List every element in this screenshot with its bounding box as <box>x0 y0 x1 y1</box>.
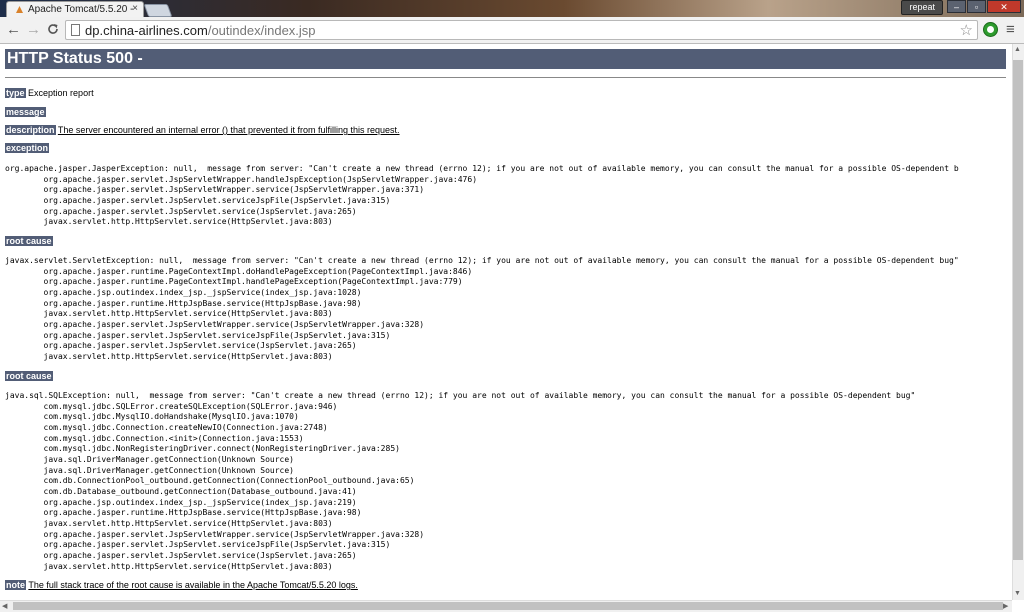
root-cause-row-1: root cause <box>5 236 53 246</box>
note-value: The full stack trace of the root cause i… <box>28 580 358 590</box>
scroll-down-icon[interactable]: ▼ <box>1014 590 1021 597</box>
horizontal-scroll-thumb[interactable] <box>13 602 1003 610</box>
browser-toolbar: ← → dp.china-airlines.com/outindex/index… <box>0 17 1024 44</box>
maximize-icon[interactable]: ▫ <box>967 0 986 13</box>
repeat-button[interactable]: repeat <box>901 0 943 15</box>
window-controls: repeat – ▫ ✕ <box>901 0 1021 15</box>
forward-icon[interactable]: → <box>26 21 41 38</box>
tab-close-icon[interactable]: × <box>132 3 138 14</box>
menu-icon[interactable]: ≡ <box>1006 21 1015 38</box>
address-bar[interactable]: dp.china-airlines.com/outindex/index.jsp… <box>65 20 978 40</box>
scroll-left-icon[interactable]: ◀ <box>2 602 7 610</box>
exception-row: exception <box>5 143 50 153</box>
tomcat-favicon-icon <box>16 6 23 13</box>
type-label: type <box>5 88 26 98</box>
new-tab-button[interactable] <box>143 4 173 17</box>
url-text: dp.china-airlines.com/outindex/index.jsp <box>85 23 316 38</box>
description-label: description <box>5 125 56 135</box>
root-cause-stack-trace-1: javax.servlet.ServletException: null, me… <box>5 256 959 361</box>
root-cause-label: root cause <box>5 236 53 246</box>
close-window-icon[interactable]: ✕ <box>987 0 1021 13</box>
minimize-icon[interactable]: – <box>947 0 966 13</box>
exception-label: exception <box>5 143 50 153</box>
root-cause-label: root cause <box>5 371 53 381</box>
browser-tab[interactable]: Apache Tomcat/5.5.20 - × <box>6 1 144 17</box>
window-title-bar: Apache Tomcat/5.5.20 - × repeat – ▫ ✕ <box>0 0 1024 17</box>
scroll-up-icon[interactable]: ▲ <box>1014 46 1021 53</box>
tab-title: Apache Tomcat/5.5.20 - <box>28 4 134 15</box>
description-value: The server encountered an internal error… <box>57 125 400 135</box>
page-icon <box>71 24 80 36</box>
page-title: HTTP Status 500 - <box>5 49 1006 69</box>
exception-stack-trace: org.apache.jasper.JasperException: null,… <box>5 164 959 227</box>
message-row: message <box>5 107 46 117</box>
root-cause-row-2: root cause <box>5 371 53 381</box>
type-value: Exception report <box>28 88 94 98</box>
reload-icon[interactable] <box>47 23 59 35</box>
vertical-scroll-thumb[interactable] <box>1013 60 1023 560</box>
description-row: description The server encountered an in… <box>5 125 400 135</box>
note-row: note The full stack trace of the root ca… <box>5 580 358 590</box>
type-row: type Exception report <box>5 88 94 98</box>
page-content: HTTP Status 500 - type Exception report … <box>0 44 1012 600</box>
bookmark-star-icon[interactable]: ☆ <box>960 21 973 39</box>
back-icon[interactable]: ← <box>6 21 21 38</box>
extension-icon[interactable] <box>983 22 998 37</box>
note-label: note <box>5 580 26 590</box>
root-cause-stack-trace-2: java.sql.SQLException: null, message fro… <box>5 391 916 571</box>
message-label: message <box>5 107 46 117</box>
divider <box>5 77 1006 78</box>
scroll-right-icon[interactable]: ▶ <box>1003 602 1008 610</box>
